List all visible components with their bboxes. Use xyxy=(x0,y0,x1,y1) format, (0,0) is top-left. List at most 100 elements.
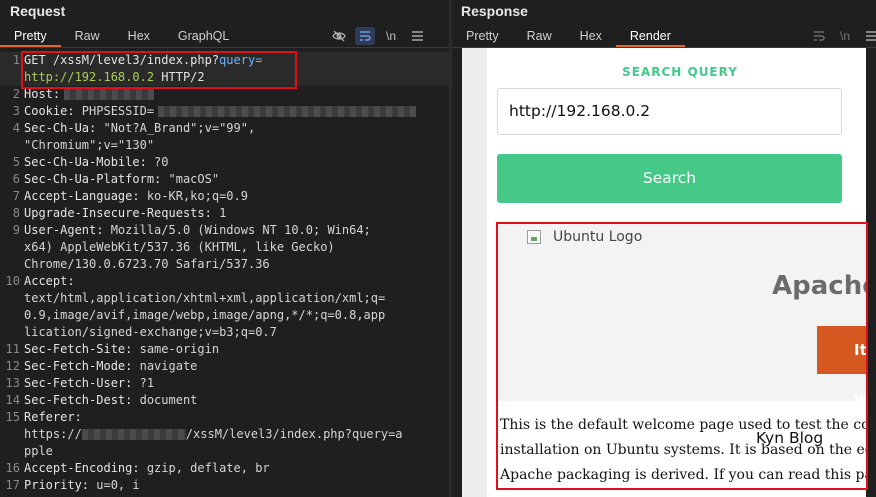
line-text: Accept: xyxy=(24,273,75,290)
header-value: ?1 xyxy=(132,376,155,390)
eye-slash-icon[interactable] xyxy=(329,27,349,45)
redacted-value xyxy=(81,429,186,440)
header-value: u=0, i xyxy=(89,478,140,492)
request-line: 15 Referer: xyxy=(0,409,449,426)
line-number: 3 xyxy=(12,104,20,118)
line-number xyxy=(0,443,24,460)
request-toolbar: \n xyxy=(329,27,427,45)
line-number: 15 xyxy=(5,410,20,424)
header-value: navigate xyxy=(132,359,198,373)
request-line: text/html,application/xhtml+xml,applicat… xyxy=(0,290,449,307)
request-tabs: Pretty Raw Hex GraphQL xyxy=(0,26,243,47)
hamburger-menu-icon[interactable] xyxy=(861,27,876,45)
burp-repeater-view: Request Pretty Raw Hex GraphQL \n 1 GET /… xyxy=(0,0,876,497)
header-name: Upgrade-Insecure-Requests: xyxy=(24,206,212,220)
redacted-value xyxy=(158,106,417,117)
tab-pretty[interactable]: Pretty xyxy=(0,26,61,47)
request-line: 17 Priority: u=0, i xyxy=(0,477,449,494)
line-text: Sec-Fetch-Site: same-origin xyxy=(24,341,219,358)
header-value: Chrome/130.0.6723.70 Safari/537.36 xyxy=(24,257,270,271)
header-name: Sec-Ch-Ua-Platform: xyxy=(24,172,162,186)
line-number: 17 xyxy=(5,478,20,492)
line-number: 6 xyxy=(12,172,20,186)
hamburger-menu-icon[interactable] xyxy=(407,27,427,45)
tab-render[interactable]: Render xyxy=(615,26,685,47)
wrap-icon[interactable] xyxy=(355,27,375,45)
line-text: Sec-Ch-Ua: "Not?A_Brand";v="99", xyxy=(24,120,255,137)
line-number: 8 xyxy=(12,206,20,220)
request-line: 16 Accept-Encoding: gzip, deflate, br xyxy=(0,460,449,477)
line-number: 13 xyxy=(5,376,20,390)
header-name: Accept-Encoding: xyxy=(24,461,140,475)
tab-raw[interactable]: Raw xyxy=(61,26,114,47)
line-text: x64) AppleWebKit/537.36 (KHTML, like Gec… xyxy=(24,239,335,256)
line-number: 4 xyxy=(12,121,20,135)
header-value: "macOS" xyxy=(161,172,220,186)
line-number xyxy=(0,426,24,443)
line-number: 10 xyxy=(5,274,20,288)
request-editor[interactable]: 1 GET /xssM/level3/index.php?query= http:/… xyxy=(0,52,449,494)
request-line: 0.9,image/avif,image/webp,image/apng,*/*… xyxy=(0,307,449,324)
request-line: pple xyxy=(0,443,449,460)
tab-pretty[interactable]: Pretty xyxy=(452,26,513,47)
line-text: pple xyxy=(24,443,53,460)
line-text: Sec-Ch-Ua-Platform: "macOS" xyxy=(24,171,219,188)
request-line: 11 Sec-Fetch-Site: same-origin xyxy=(0,341,449,358)
header-name: Sec-Ch-Ua-Mobile: xyxy=(24,155,147,169)
line-text: Sec-Ch-Ua-Mobile: ?0 xyxy=(24,154,169,171)
line-text: 0.9,image/avif,image/webp,image/apng,*/*… xyxy=(24,307,385,324)
header-name: Sec-Fetch-Mode: xyxy=(24,359,133,373)
line-text: Chrome/130.0.6723.70 Safari/537.36 xyxy=(24,256,270,273)
line-number xyxy=(0,256,24,273)
header-value: 0.9,image/avif,image/webp,image/apng,*/*… xyxy=(24,308,386,322)
header-value: Mozilla/5.0 (Windows NT 10.0; Win64; xyxy=(103,223,371,237)
header-value: "Chromium";v="130" xyxy=(24,138,155,152)
newline-toggle-icon[interactable]: \n xyxy=(381,27,401,45)
header-value: ko-KR,ko;q=0.9 xyxy=(139,189,248,203)
header-value: ?0 xyxy=(146,155,169,169)
search-button[interactable]: Search xyxy=(497,154,842,203)
newline-toggle-icon[interactable]: \n xyxy=(835,27,855,45)
search-input[interactable]: http://192.168.0.2 xyxy=(497,88,842,135)
line-text: Referer: xyxy=(24,409,82,426)
header-name: Referer: xyxy=(24,410,82,424)
line-text: Accept-Encoding: gzip, deflate, br xyxy=(24,460,270,477)
request-line: 3 Cookie: PHPSESSID= xyxy=(0,103,449,120)
line-number xyxy=(0,324,24,341)
header-value: /xssM/level3/index.php?query=a xyxy=(185,427,403,441)
tab-divider xyxy=(0,47,449,48)
line-text: lication/signed-exchange;v=b3;q=0.7 xyxy=(24,324,277,341)
line-text: Priority: u=0, i xyxy=(24,477,140,494)
request-line: 12 Sec-Fetch-Mode: navigate xyxy=(0,358,449,375)
line-text: Sec-Fetch-Mode: navigate xyxy=(24,358,197,375)
tab-graphql[interactable]: GraphQL xyxy=(164,26,243,47)
line-number: 11 xyxy=(5,342,20,356)
request-line: 9 User-Agent: Mozilla/5.0 (Windows NT 10.… xyxy=(0,222,449,239)
header-value: same-origin xyxy=(132,342,220,356)
line-text: text/html,application/xhtml+xml,applicat… xyxy=(24,290,385,307)
request-line: x64) AppleWebKit/537.36 (KHTML, like Gec… xyxy=(0,239,449,256)
line-text: User-Agent: Mozilla/5.0 (Windows NT 10.0… xyxy=(24,222,371,239)
header-name: Sec-Fetch-Site: xyxy=(24,342,133,356)
line-number: 14 xyxy=(5,393,20,407)
header-value: text/html,application/xhtml+xml,applicat… xyxy=(24,291,386,305)
response-title: Response xyxy=(461,3,528,19)
header-value: "Not?A_Brand";v="99", xyxy=(96,121,256,135)
wrap-icon[interactable] xyxy=(809,27,829,45)
request-line: 7 Accept-Language: ko-KR,ko;q=0.9 xyxy=(0,188,449,205)
header-value: pple xyxy=(24,444,53,458)
request-line: https:// /xssM/level3/index.php?query=a xyxy=(0,426,449,443)
header-name: Accept: xyxy=(24,274,75,288)
response-tabs: Pretty Raw Hex Render xyxy=(452,26,685,47)
line-text: Cookie: PHPSESSID= xyxy=(24,103,417,120)
tab-hex[interactable]: Hex xyxy=(566,26,616,47)
tab-hex[interactable]: Hex xyxy=(114,26,164,47)
header-value: x64) AppleWebKit/537.36 (KHTML, like Gec… xyxy=(24,240,335,254)
line-number: 7 xyxy=(12,189,20,203)
header-value: 1 xyxy=(211,206,227,220)
line-text: Sec-Fetch-User: ?1 xyxy=(24,375,154,392)
request-title: Request xyxy=(10,3,66,19)
line-number: 16 xyxy=(5,461,20,475)
highlight-box-request-line xyxy=(21,51,297,89)
tab-raw[interactable]: Raw xyxy=(513,26,566,47)
